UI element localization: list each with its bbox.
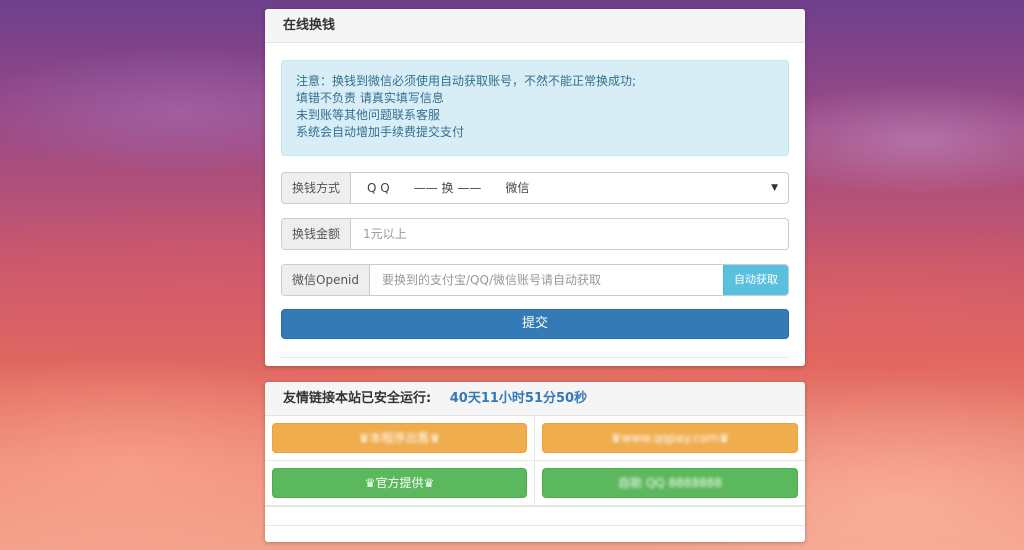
- submit-button[interactable]: 提交: [281, 309, 789, 339]
- friend-link-button[interactable]: 自助 QQ 8888888: [542, 468, 798, 498]
- runtime-value: 40天11小时51分50秒: [449, 391, 588, 406]
- links-heading-label: 友情链接本站已安全运行:: [283, 391, 432, 406]
- amount-label: 换钱金额: [282, 219, 352, 249]
- link-cell: ♛官方提供♛: [265, 461, 535, 506]
- exchange-method-group: 换钱方式 Q Q —— 换 —— 微信 ▼: [281, 172, 789, 204]
- notice-line: 注意：换钱到微信必须使用自动获取账号，不然不能正常换成功;: [296, 74, 637, 88]
- link-cell: ♛www.qqpay.com♛: [535, 416, 805, 461]
- friend-link-button[interactable]: ♛本程序出售♛: [272, 423, 527, 453]
- divider: [281, 357, 789, 358]
- notice-line: 填错不负责 请真实填写信息: [296, 91, 444, 105]
- link-cell: ♛本程序出售♛: [265, 416, 535, 461]
- openid-group: 微信Openid 自动获取: [281, 264, 789, 296]
- friend-link-label: 自助 QQ 8888888: [618, 476, 722, 490]
- openid-label: 微信Openid: [282, 265, 371, 295]
- notice-alert: 注意：换钱到微信必须使用自动获取账号，不然不能正常换成功; 填错不负责 请真实填…: [281, 60, 789, 156]
- exchange-method-value: Q Q —— 换 —— 微信: [367, 181, 530, 195]
- amount-input[interactable]: [351, 219, 788, 249]
- caret-down-icon: ▼: [771, 183, 778, 193]
- friend-link-label: ♛官方提供♛: [364, 476, 435, 490]
- friend-links-grid: ♛本程序出售♛ ♛www.qqpay.com♛ ♛官方提供♛ 自助 QQ 888…: [265, 416, 805, 507]
- auto-fetch-button[interactable]: 自动获取: [723, 265, 788, 295]
- panel-title: 在线换钱: [265, 9, 805, 43]
- amount-group: 换钱金额: [281, 218, 789, 250]
- exchange-form: 注意：换钱到微信必须使用自动获取账号，不然不能正常换成功; 填错不负责 请真实填…: [265, 43, 805, 368]
- friend-link-button[interactable]: ♛www.qqpay.com♛: [542, 423, 798, 453]
- friend-link-button[interactable]: ♛官方提供♛: [272, 468, 527, 498]
- openid-input[interactable]: [370, 265, 723, 295]
- links-heading: 友情链接本站已安全运行: 40天11小时51分50秒: [265, 382, 805, 416]
- link-cell: 自助 QQ 8888888: [535, 461, 805, 506]
- friend-link-label: ♛本程序出售♛: [358, 431, 441, 445]
- exchange-method-select[interactable]: Q Q —— 换 —— 微信 ▼: [351, 173, 788, 203]
- notice-line: 未到账等其他问题联系客服: [296, 108, 441, 122]
- exchange-panel: 在线换钱 注意：换钱到微信必须使用自动获取账号，不然不能正常换成功; 填错不负责…: [265, 9, 805, 366]
- links-panel: 友情链接本站已安全运行: 40天11小时51分50秒 ♛本程序出售♛ ♛www.…: [265, 382, 805, 542]
- friend-link-label: ♛www.qqpay.com♛: [610, 431, 730, 445]
- notice-line: 系统会自动增加手续费提交支付: [296, 125, 465, 139]
- exchange-method-label: 换钱方式: [282, 173, 352, 203]
- panel-footer: [265, 507, 805, 526]
